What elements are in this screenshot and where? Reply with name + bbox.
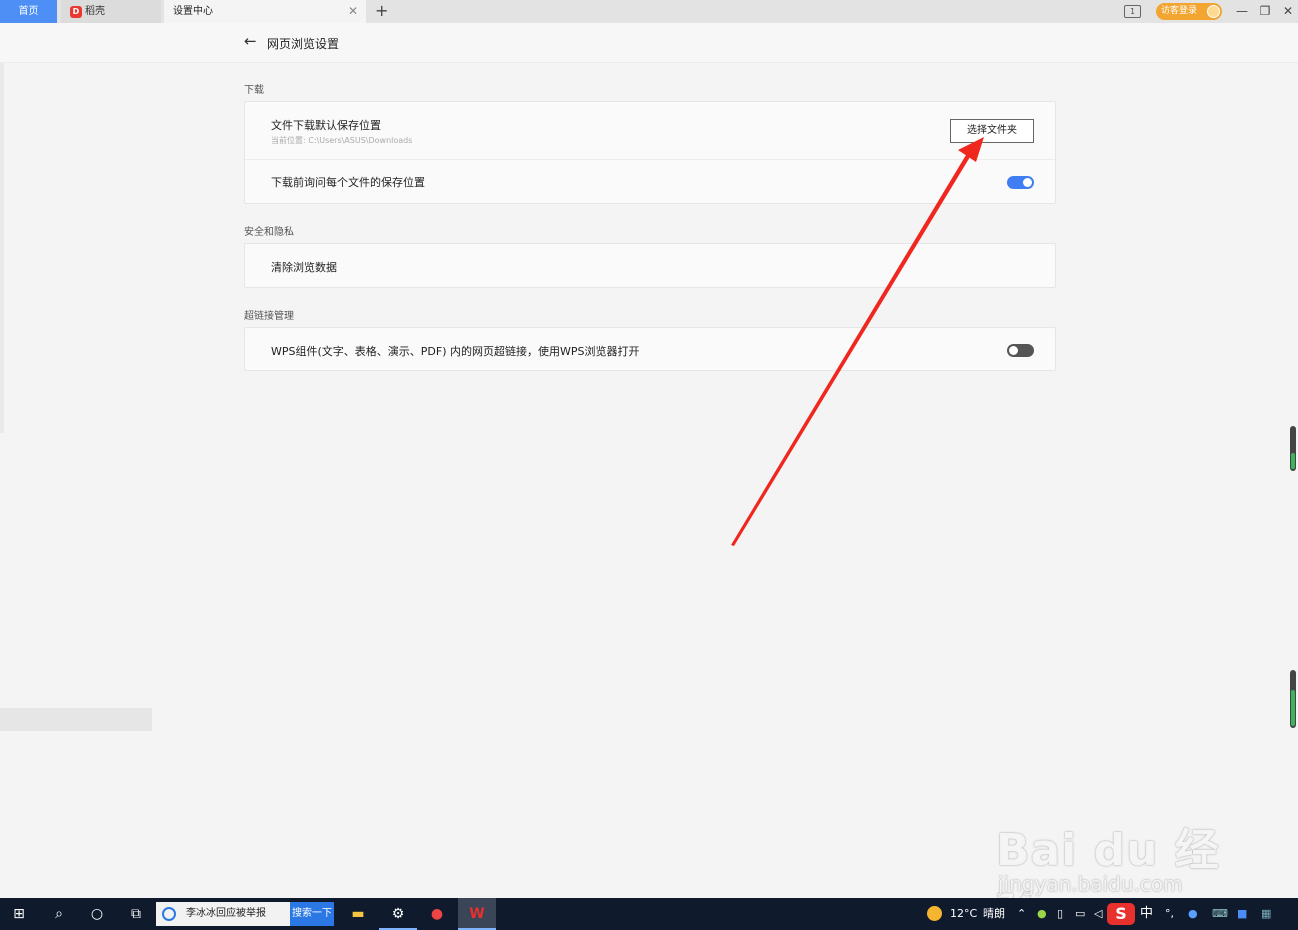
current-location-path: 当前位置: C:\Users\ASUS\Downloads <box>271 136 413 145</box>
scroll-indicator-fill <box>1291 690 1295 726</box>
sogou-ime-icon[interactable]: S <box>1107 903 1135 925</box>
tray-app-icon[interactable]: ● <box>1037 898 1047 930</box>
windows-taskbar: ⊞ ⌕ ○ ⧉ 李冰冰回应被举报 搜索一下 ▬ ⚙ ● W 12°C 晴朗 ⌃ … <box>0 898 1298 930</box>
search-icon[interactable]: ⌕ <box>40 898 78 930</box>
minimize-icon[interactable]: — <box>1232 0 1252 23</box>
left-edge-divider <box>0 63 4 433</box>
weather-sun-icon <box>927 906 942 921</box>
restore-icon[interactable]: ❐ <box>1255 0 1275 23</box>
section-title-hyperlink: 超链接管理 <box>244 311 294 322</box>
tab-daoke-label: 稻壳 <box>85 6 105 17</box>
wps-app-icon[interactable]: W <box>458 898 496 930</box>
windows-start-icon[interactable]: ⊞ <box>0 898 38 930</box>
wps-open-links-label: WPS组件(文字、表格、演示、PDF) 内的网页超链接，使用WPS浏览器打开 <box>271 345 640 358</box>
daoke-logo-icon: D <box>70 6 82 18</box>
punctuation-icon[interactable]: °, <box>1165 898 1174 930</box>
volume-icon[interactable]: ◁ <box>1094 898 1102 930</box>
clear-browsing-data-label: 清除浏览数据 <box>271 261 337 274</box>
keyboard-icon[interactable]: ⌨ <box>1212 898 1228 930</box>
toolbox-grid-icon[interactable]: ▦ <box>1261 898 1271 930</box>
scroll-indicator-bottom[interactable] <box>1290 670 1296 728</box>
tab-settings-label: 设置中心 <box>173 6 213 17</box>
file-explorer-icon[interactable]: ▬ <box>339 898 377 930</box>
watermark-url: jingyan.baidu.com <box>998 872 1183 896</box>
tab-close-icon[interactable]: ✕ <box>348 0 358 23</box>
page-title: 网页浏览设置 <box>267 37 340 51</box>
wps-open-links-row: WPS组件(文字、表格、演示、PDF) 内的网页超链接，使用WPS浏览器打开 <box>245 328 1055 370</box>
taskbar-search-text: 李冰冰回应被举报 <box>186 908 266 919</box>
chrome-icon[interactable]: ● <box>418 898 456 930</box>
battery-icon[interactable]: ▯ <box>1057 898 1063 930</box>
ime-language-indicator[interactable]: 中 <box>1140 898 1153 930</box>
settings-gear-icon[interactable]: ⚙ <box>379 898 417 930</box>
new-tab-icon[interactable]: + <box>375 0 388 23</box>
reader-mode-icon[interactable]: 1 <box>1124 5 1141 18</box>
ask-each-file-label: 下载前询问每个文件的保存位置 <box>271 176 425 189</box>
guest-login-label: 访客登录 <box>1161 6 1198 16</box>
tray-chevron-up-icon[interactable]: ⌃ <box>1017 898 1026 930</box>
ask-each-file-row: 下载前询问每个文件的保存位置 <box>245 160 1055 203</box>
clear-browsing-data-row[interactable]: 清除浏览数据 <box>245 244 1055 287</box>
section-title-privacy: 安全和隐私 <box>244 227 294 238</box>
section-title-download: 下载 <box>244 85 264 96</box>
guest-login-button[interactable]: 访客登录 <box>1156 3 1222 20</box>
tab-daoke[interactable]: D 稻壳 <box>61 0 161 23</box>
left-panel-strip <box>0 708 152 731</box>
settings-header: ← 网页浏览设置 <box>0 23 1298 63</box>
toggle-knob <box>1009 346 1018 355</box>
weather-text[interactable]: 晴朗 <box>983 898 1005 930</box>
arrow-left-icon[interactable]: ← <box>244 32 257 50</box>
baidu-jingyan-watermark: Bai du 经验 jingyan.baidu.com <box>996 792 1236 930</box>
download-settings-card: 文件下载默认保存位置 当前位置: C:\Users\ASUS\Downloads… <box>244 101 1056 204</box>
task-view-icon[interactable]: ⧉ <box>117 898 155 930</box>
scroll-indicator-top[interactable] <box>1290 426 1296 471</box>
taskbar-search-box[interactable]: 李冰冰回应被举报 <box>156 902 290 926</box>
window-close-icon[interactable]: ✕ <box>1278 0 1298 23</box>
wps-open-links-toggle[interactable] <box>1007 344 1034 357</box>
privacy-settings-card: 清除浏览数据 <box>244 243 1056 288</box>
ie-icon <box>162 907 176 921</box>
tab-home[interactable]: 首页 <box>0 0 57 23</box>
hyperlink-settings-card: WPS组件(文字、表格、演示、PDF) 内的网页超链接，使用WPS浏览器打开 <box>244 327 1056 371</box>
tab-home-label: 首页 <box>18 6 39 17</box>
avatar <box>1207 5 1220 18</box>
toggle-knob <box>1023 178 1032 187</box>
choose-folder-button[interactable]: 选择文件夹 <box>950 119 1034 143</box>
default-location-label: 文件下载默认保存位置 <box>271 119 381 132</box>
default-location-row: 文件下载默认保存位置 当前位置: C:\Users\ASUS\Downloads… <box>245 102 1055 160</box>
network-icon[interactable]: ▭ <box>1075 898 1085 930</box>
cortana-icon[interactable]: ○ <box>78 898 116 930</box>
tab-settings-center[interactable]: 设置中心 ✕ <box>164 0 366 23</box>
weather-temp[interactable]: 12°C <box>950 898 977 930</box>
tab-bar: 首页 D 稻壳 设置中心 ✕ + 1 访客登录 — ❐ ✕ <box>0 0 1298 23</box>
taskbar-search-button[interactable]: 搜索一下 <box>290 902 334 926</box>
skin-shirt-icon[interactable]: ■ <box>1237 898 1247 930</box>
ask-each-file-toggle[interactable] <box>1007 176 1034 189</box>
scroll-indicator-fill <box>1291 453 1295 469</box>
microphone-icon[interactable]: ● <box>1188 898 1198 930</box>
